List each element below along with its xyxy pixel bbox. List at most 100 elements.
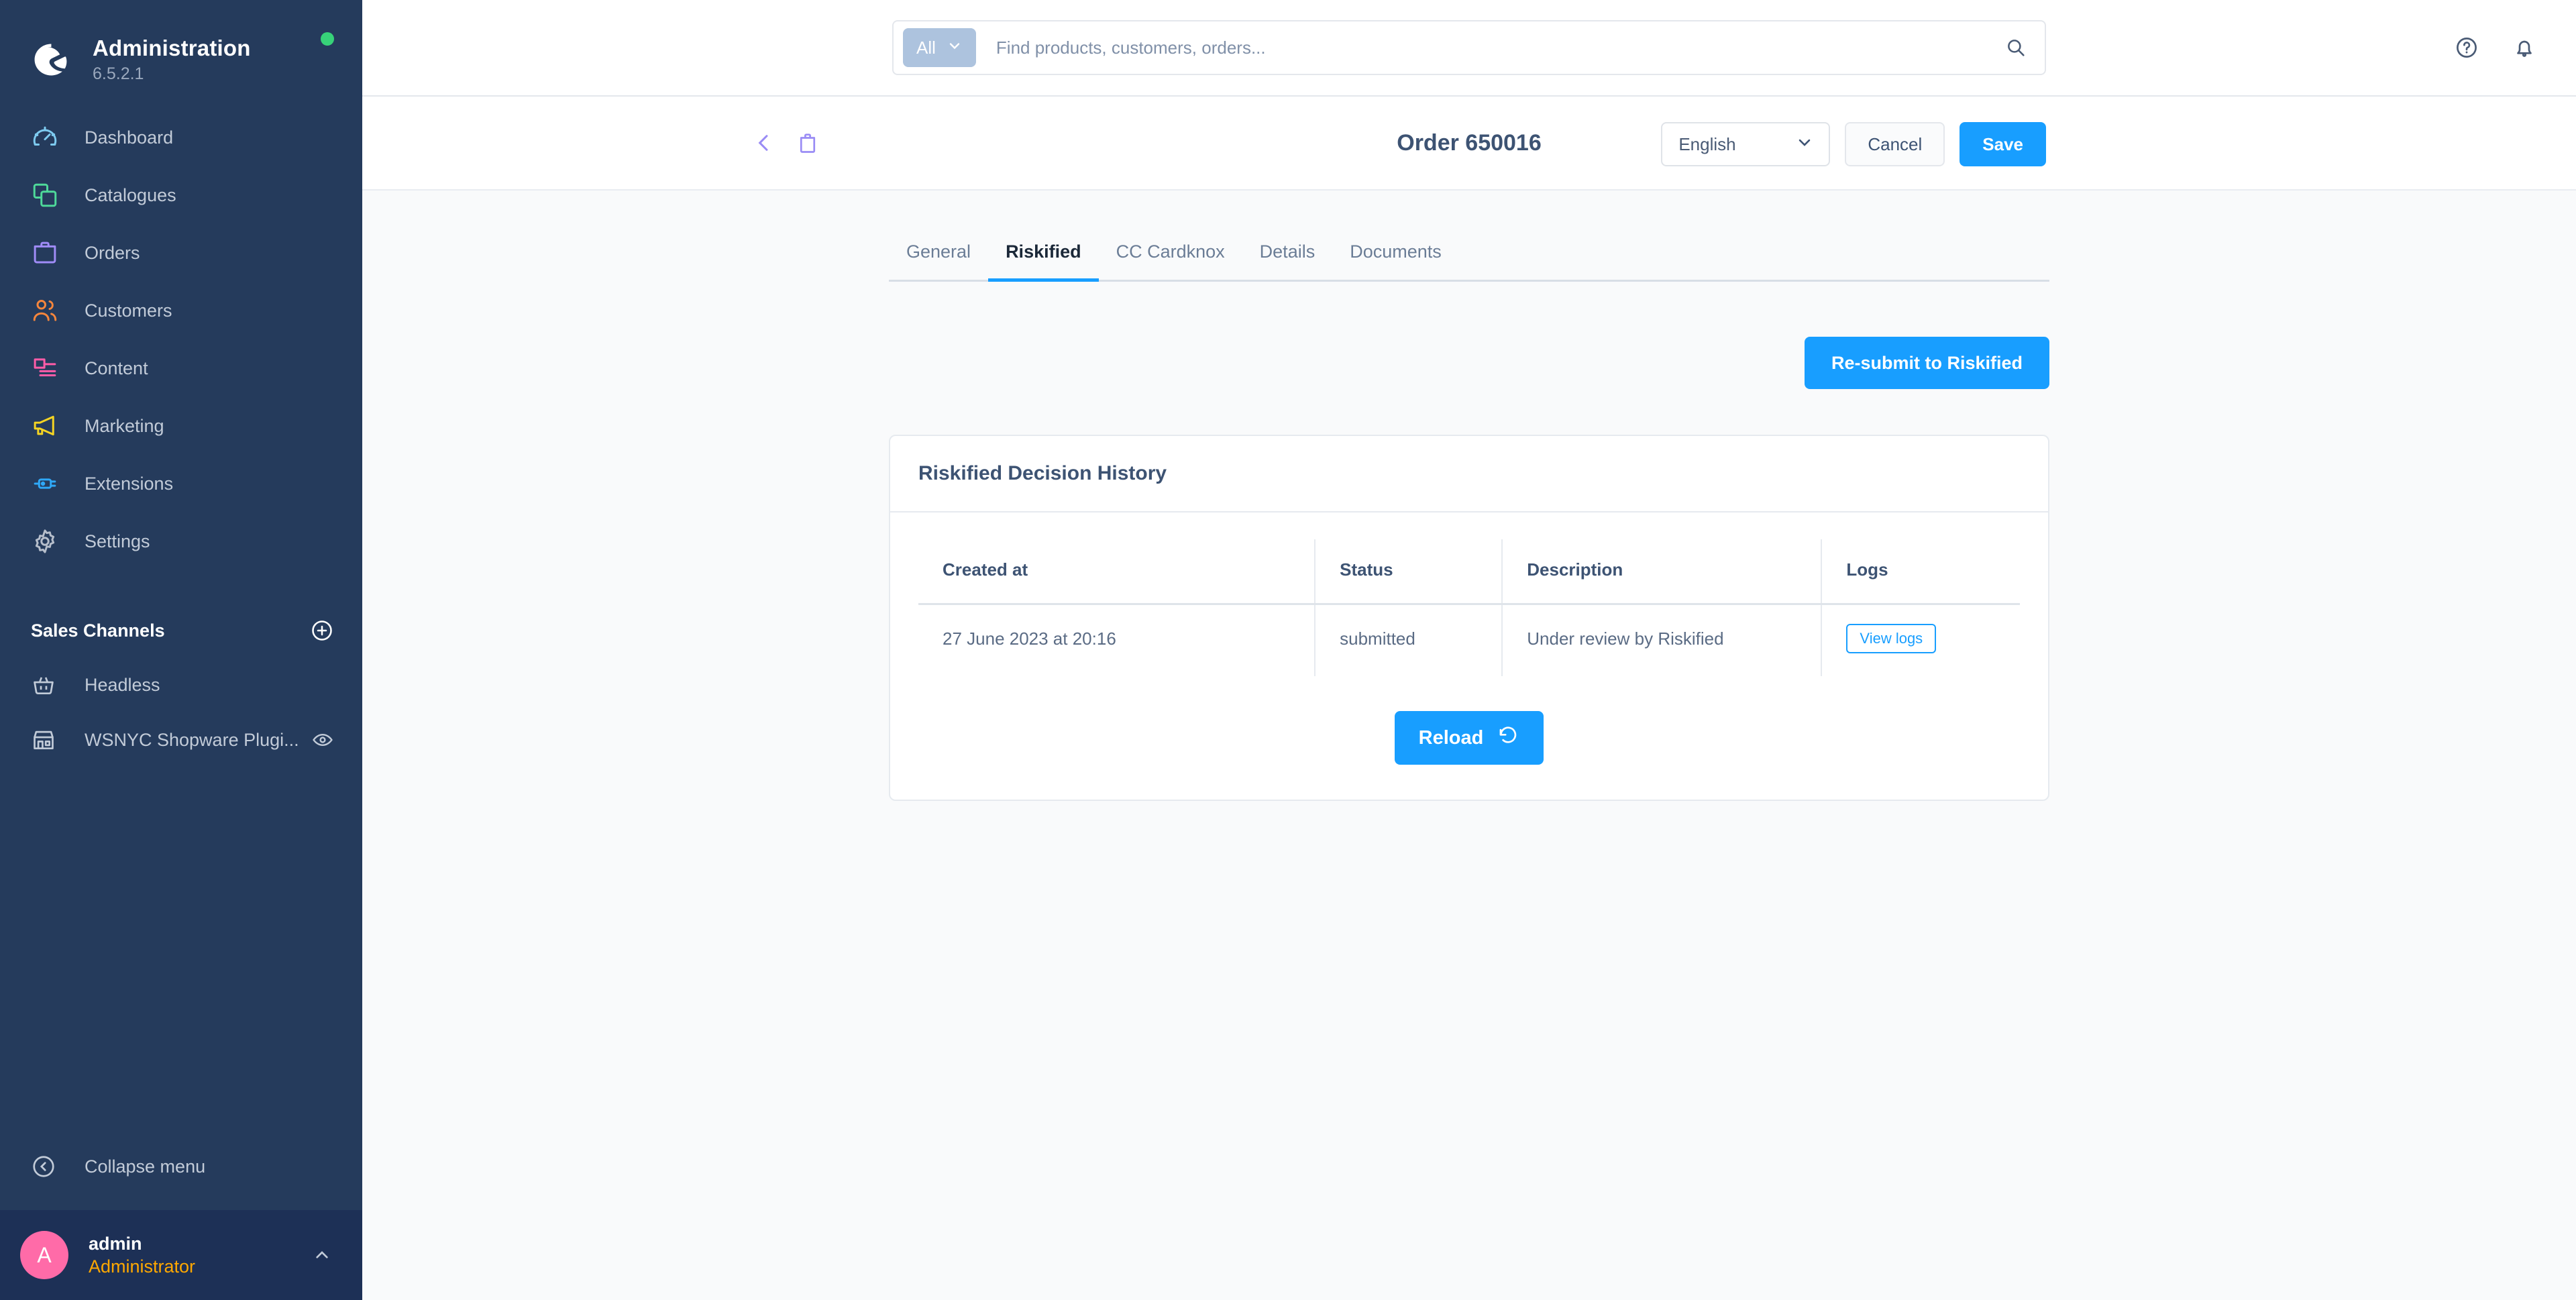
save-button[interactable]: Save [1960,122,2046,166]
tab-riskified[interactable]: Riskified [988,241,1099,282]
reload-button-label: Reload [1418,726,1484,749]
app-root: Administration 6.5.2.1 Dashboard Catalog… [0,0,2576,1300]
sidebar-item-orders[interactable]: Orders [0,224,362,282]
reload-button[interactable]: Reload [1394,711,1544,765]
decision-history-table: Created at Status Description Logs 27 Ju… [918,539,2020,676]
chevron-left-circle-icon [31,1154,64,1179]
gear-icon [31,527,64,555]
sidebar-item-extensions[interactable]: Extensions [0,455,362,512]
status-dot [321,32,334,46]
page-header: Order 650016 English Cancel Save [362,95,2576,191]
column-header-logs: Logs [1821,539,2020,605]
sidebar-item-label: Customers [85,300,172,321]
sidebar-item-settings[interactable]: Settings [0,512,362,570]
tab-details[interactable]: Details [1242,241,1333,280]
bell-icon[interactable] [2512,35,2537,60]
resubmit-to-riskified-button[interactable]: Re-submit to Riskified [1804,337,2049,389]
search-scope-dropdown[interactable]: All [903,28,976,67]
content-icon [31,354,64,382]
sidebar-item-label: Orders [85,242,140,263]
search-input[interactable] [975,37,1998,58]
language-select[interactable]: English [1661,122,1831,166]
users-icon [31,296,64,325]
sidebar-item-dashboard[interactable]: Dashboard [0,109,362,166]
column-header-status: Status [1315,539,1503,605]
card-body: Created at Status Description Logs 27 Ju… [890,512,2048,800]
tab-general[interactable]: General [889,241,988,280]
table-header-row: Created at Status Description Logs [918,539,2020,605]
collapse-menu-button[interactable]: Collapse menu [0,1138,362,1195]
sidebar-item-label: Content [85,358,148,378]
sidebar-item-label: Dashboard [85,127,174,148]
sidebar-item-marketing[interactable]: Marketing [0,397,362,455]
brand-version: 6.5.2.1 [93,64,144,83]
page-header-actions: English Cancel Save [1661,97,2046,192]
order-bag-icon[interactable] [796,131,820,155]
user-role: Administrator [89,1256,196,1277]
chevron-left-icon[interactable] [751,130,777,156]
sidebar-item-content[interactable]: Content [0,339,362,397]
order-tabs: General Riskified CC Cardknox Details Do… [889,216,2049,282]
gauge-icon [31,123,64,152]
sidebar: Administration 6.5.2.1 Dashboard Catalog… [0,0,362,1300]
layers-icon [31,181,64,209]
global-search[interactable]: All [892,20,2046,75]
sidebar-item-customers[interactable]: Customers [0,282,362,339]
sales-channels-header: Sales Channels [0,604,362,657]
sales-channels-title: Sales Channels [31,620,165,641]
cell-description: Under review by Riskified [1502,604,1823,676]
eye-icon[interactable] [311,728,334,751]
user-profile[interactable]: A admin Administrator [0,1210,362,1300]
view-logs-button[interactable]: View logs [1846,624,1937,653]
page-header-left [362,130,820,156]
sales-channel-headless[interactable]: Headless [0,657,362,712]
sidebar-item-label: Catalogues [85,184,176,205]
plug-icon [31,470,64,498]
basket-icon [31,672,64,698]
user-name: admin [89,1234,142,1254]
column-header-created-at: Created at [918,539,1316,605]
refresh-icon [1497,724,1519,752]
search-icon[interactable] [1998,36,2034,59]
sidebar-item-label: Settings [85,531,150,551]
help-circle-icon[interactable] [2454,35,2479,60]
chevron-up-icon[interactable] [311,1244,333,1266]
card-header: Riskified Decision History [890,436,2048,512]
resubmit-row: Re-submit to Riskified [889,337,2049,389]
megaphone-icon [31,412,64,440]
brand-header[interactable]: Administration 6.5.2.1 [0,0,362,94]
collapse-menu-label: Collapse menu [85,1156,206,1177]
bag-icon [31,239,64,267]
main-area: All Find products, customers, orders... … [362,0,2576,1300]
chevron-down-icon [1795,133,1814,156]
search-scope-label: All [916,37,936,58]
table-row[interactable]: 27 June 2023 at 20:16 submitted Under re… [918,604,2020,677]
topbar-actions [2454,0,2537,95]
cell-status: submitted [1315,604,1503,676]
cancel-button[interactable]: Cancel [1845,122,1945,166]
brand-title: Administration [93,36,251,60]
card-title: Riskified Decision History [918,462,1167,484]
tab-cc-cardknox[interactable]: CC Cardknox [1099,241,1242,280]
plus-circle-icon[interactable] [310,618,334,643]
content-area: General Riskified CC Cardknox Details Do… [362,191,2576,1300]
sidebar-item-label: Marketing [85,415,164,436]
riskified-decision-history-card: Riskified Decision History Created at St… [889,435,2049,801]
chevron-down-icon [947,38,963,58]
cell-logs: View logs [1821,604,2020,677]
sales-channel-label: WSNYC Shopware Plugi... [85,729,299,750]
tab-documents[interactable]: Documents [1332,241,1459,280]
shopware-logo-icon [31,40,70,79]
reload-row: Reload [918,711,2020,765]
sidebar-item-catalogues[interactable]: Catalogues [0,166,362,224]
language-select-value: English [1678,133,1736,154]
avatar: A [20,1231,68,1279]
column-header-description: Description [1502,539,1823,605]
main-navigation: Dashboard Catalogues Orders Customers Co… [0,109,362,570]
cell-created-at: 27 June 2023 at 20:16 [918,604,1316,676]
topbar: All [362,0,2576,95]
storefront-icon [31,727,64,753]
sales-channel-label: Headless [85,674,160,695]
sales-channel-wsnyc[interactable]: WSNYC Shopware Plugi... [0,712,362,767]
sidebar-item-label: Extensions [85,473,174,494]
